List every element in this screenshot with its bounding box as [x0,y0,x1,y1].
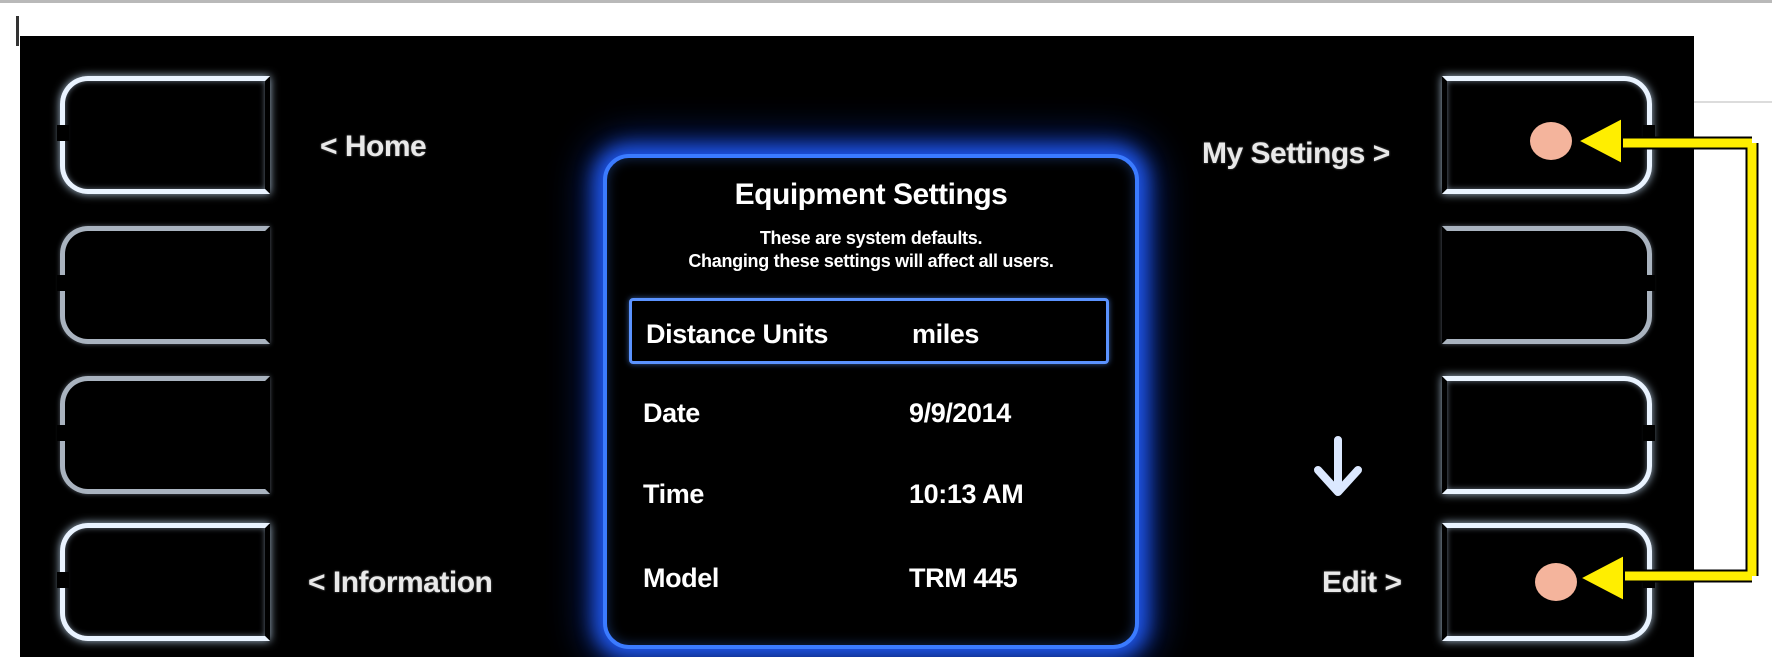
right-key-2[interactable] [1442,226,1655,344]
information-nav-label[interactable]: < Information [308,566,493,600]
panel-title: Equipment Settings [734,178,1008,211]
setting-value: miles [912,319,980,349]
left-key-1[interactable] [57,76,270,194]
edit-nav-label[interactable]: Edit > [1322,566,1402,600]
right-key-3[interactable] [1442,376,1655,494]
setting-row-model[interactable]: Model TRM 445 [629,545,1109,611]
panel-subtitle-line2: Changing these settings will affect all … [688,251,1054,271]
setting-label: Date [643,398,700,428]
left-key-3[interactable] [57,376,270,494]
page-left-mark [16,16,19,46]
setting-value: 10:13 AM [909,479,1024,509]
annotation-dot-top [1530,122,1572,160]
console-screen: < Home My Settings > < Information Edit … [20,36,1694,657]
arrow-down-icon[interactable] [1310,436,1366,500]
left-key-4[interactable] [57,523,270,641]
setting-label: Model [643,563,719,593]
setting-row-distance-units[interactable]: Distance Units miles [629,298,1109,364]
setting-label: Distance Units [646,319,828,349]
my-settings-nav-label[interactable]: My Settings > [1202,137,1390,171]
setting-label: Time [643,479,704,509]
equipment-settings-panel: Equipment Settings These are system defa… [603,154,1139,649]
panel-subtitle-line1: These are system defaults. [759,228,983,248]
annotation-dot-bottom [1535,563,1577,601]
page-top-border [0,0,1772,3]
left-key-2[interactable] [57,226,270,344]
setting-value: 9/9/2014 [909,398,1011,428]
setting-row-date[interactable]: Date 9/9/2014 [629,380,1109,446]
setting-row-time[interactable]: Time 10:13 AM [629,461,1109,527]
home-nav-label[interactable]: < Home [320,130,427,164]
setting-value: TRM 445 [909,563,1018,593]
